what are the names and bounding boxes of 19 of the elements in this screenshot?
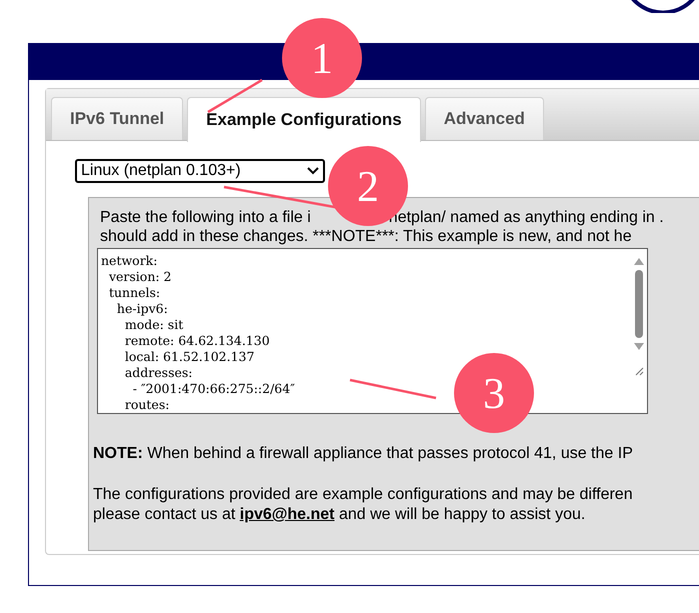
chevron-down-icon (307, 167, 319, 175)
scroll-up-icon (634, 258, 644, 265)
config-code: network: version: 2 tunnels: he-ipv6: mode: sit remote: 64.62.134.130 local: 61.52.102.137 addresses: - ″2001:470:66:275::2/64″ routes: (100, 252, 296, 414)
email-link[interactable]: ipv6@he.net (240, 506, 334, 523)
note-text: NOTE: When behind a firewall appliance that passes protocol 41, use the IP (93, 444, 634, 463)
contact-text: please contact us at (93, 506, 236, 523)
resize-grip-icon[interactable] (634, 367, 644, 376)
instruction-text: Paste the following into a file i (100, 208, 311, 227)
annotation-badge: 3 (454, 353, 534, 433)
scroll-down-icon (634, 343, 644, 350)
tab[interactable]: Advanced (424, 97, 544, 140)
contact-text: The configurations provided are example configurations and may be differen (93, 485, 634, 505)
contact-text: and we will be happy to assist you. (338, 506, 586, 523)
scrollbar-thumb[interactable] (635, 270, 643, 338)
instruction-text: should add in these changes. ***NOTE***: This example is new, and not he (100, 227, 633, 246)
tab[interactable]: Example Configurations (187, 97, 421, 142)
os-dropdown[interactable]: Linux (netplan 0.103+) (75, 159, 325, 183)
tab[interactable]: IPv6 Tunnel (51, 97, 184, 140)
annotation-badge: 1 (282, 18, 362, 98)
